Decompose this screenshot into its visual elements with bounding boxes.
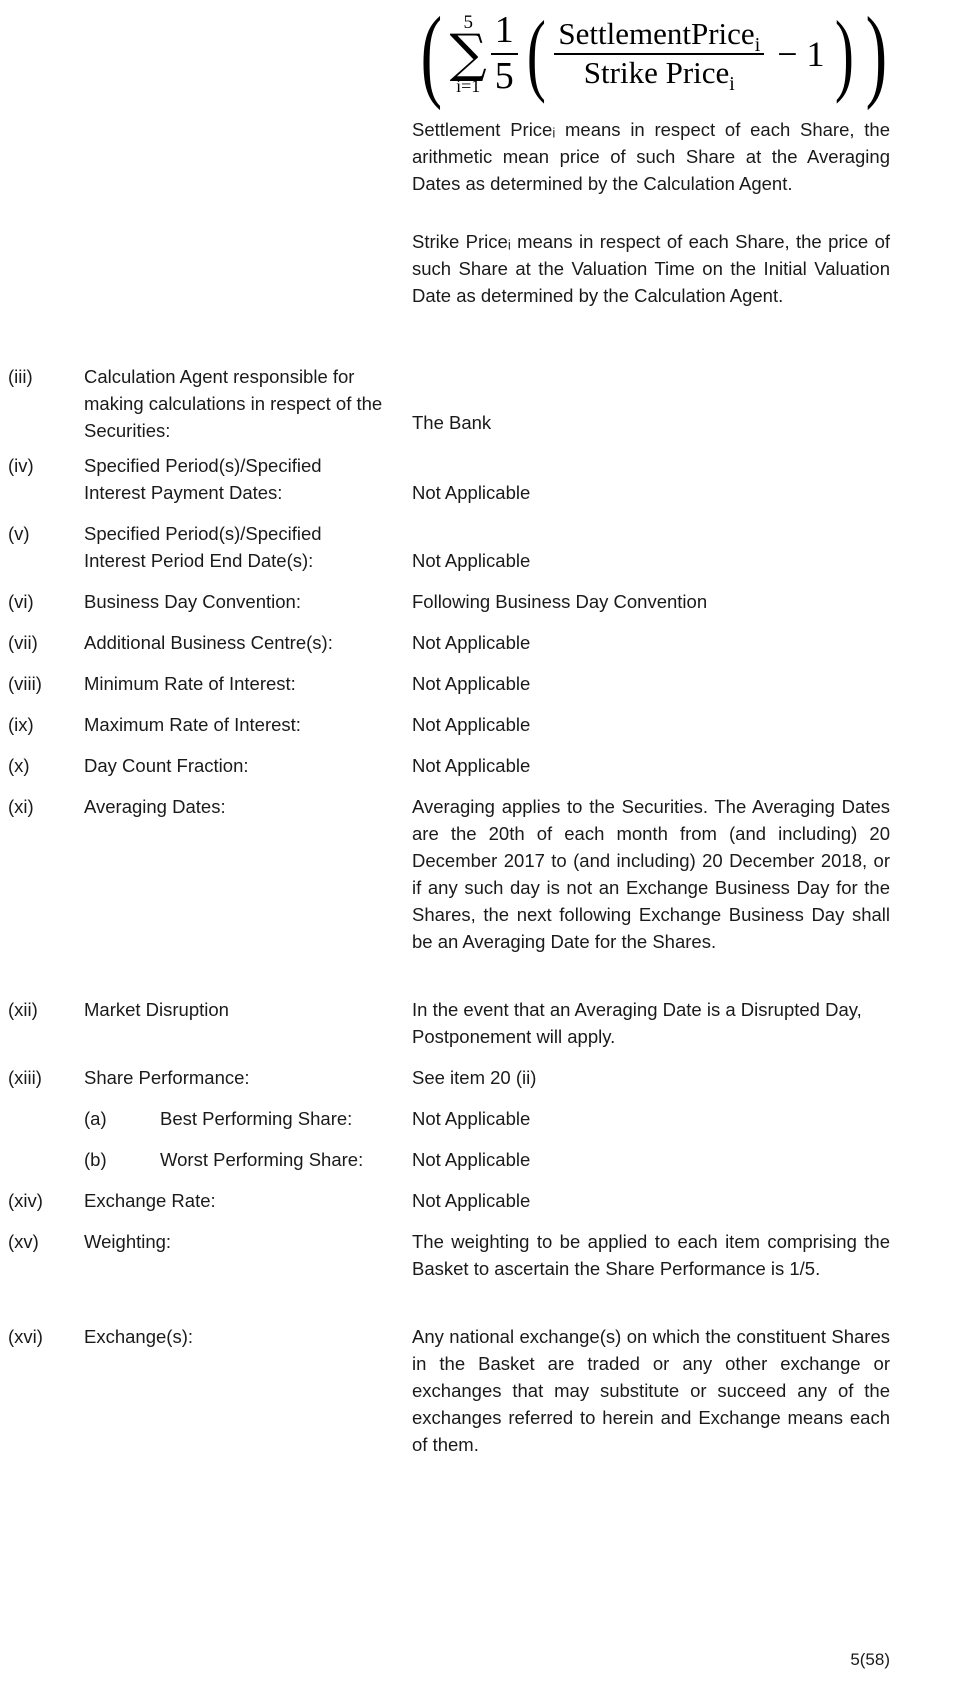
subitem-numeral-a: (a): [84, 1108, 107, 1129]
item-label-weighting: Weighting:: [84, 1231, 172, 1252]
item-numeral-ix: (ix): [8, 714, 34, 735]
item-value-exchange-rate: Not Applicable: [412, 1190, 531, 1211]
item-value-additional-business-centres: Not Applicable: [412, 632, 531, 653]
formula-outer-open-paren: (: [420, 0, 443, 112]
page-number-footer: 5(58): [850, 1650, 890, 1669]
item-numeral-xv: (xv): [8, 1231, 39, 1252]
item-value-day-count-fraction: Not Applicable: [412, 755, 531, 776]
item-numeral-xvi: (xvi): [8, 1326, 43, 1347]
coefficient-denominator: 5: [494, 55, 514, 97]
item-numeral-viii: (viii): [8, 673, 42, 694]
item-label-calculation-agent: Calculation Agent responsible for making…: [84, 366, 383, 441]
price-ratio-numerator: SettlementPricei: [554, 16, 764, 56]
coefficient-fraction: 1 5: [490, 9, 518, 97]
item-label-share-performance: Share Performance:: [84, 1067, 250, 1088]
item-label-maximum-rate-of-interest: Maximum Rate of Interest:: [84, 714, 301, 735]
sigma-icon: ∑: [449, 23, 487, 84]
item-value-business-day-convention: Following Business Day Convention: [412, 591, 708, 612]
formula-inner-open-paren: (: [526, 2, 546, 105]
formula-minus-one: − 1: [777, 34, 825, 74]
item-label-specified-interest-period-end-dates: Specified Period(s)/Specified Interest P…: [84, 523, 322, 571]
item-label-averaging-dates: Averaging Dates:: [84, 796, 226, 817]
item-label-business-day-convention: Business Day Convention:: [84, 591, 301, 612]
item-label-exchanges: Exchange(s):: [84, 1326, 193, 1347]
item-numeral-x: (x): [8, 755, 30, 776]
item-label-day-count-fraction: Day Count Fraction:: [84, 755, 249, 776]
item-value-maximum-rate-of-interest: Not Applicable: [412, 714, 531, 735]
strike-price-definition: Strike Priceᵢ means in respect of each S…: [412, 231, 890, 306]
item-numeral-xi: (xi): [8, 796, 34, 817]
summation-lower-limit: i=1: [456, 76, 481, 97]
item-value-calculation-agent: The Bank: [412, 412, 492, 433]
item-value-exchanges: Any national exchange(s) on which the co…: [412, 1326, 890, 1455]
item-numeral-xiii: (xiii): [8, 1067, 42, 1088]
item-label-additional-business-centres: Additional Business Centre(s):: [84, 632, 333, 653]
formula-inner-close-paren: ): [834, 2, 854, 105]
formula-outer-close-paren: ): [865, 0, 888, 112]
item-numeral-iv: (iv): [8, 455, 34, 476]
subitem-value-worst-performing-share: Not Applicable: [412, 1149, 531, 1170]
item-numeral-xii: (xii): [8, 999, 38, 1020]
price-ratio-denominator: Strike Pricei: [580, 55, 739, 94]
item-value-specified-interest-period-end-dates: Not Applicable: [412, 550, 531, 571]
price-ratio-fraction: SettlementPricei Strike Pricei: [554, 16, 765, 94]
summation-operator: 5 ∑ i=1: [450, 13, 487, 96]
formula-expression: ( 5 ∑ i=1 1 5 ( SettlementPricei Strike …: [410, 2, 890, 106]
item-label-specified-interest-payment-dates: Specified Period(s)/Specified Interest P…: [84, 455, 322, 503]
item-numeral-xiv: (xiv): [8, 1190, 43, 1211]
item-value-minimum-rate-of-interest: Not Applicable: [412, 673, 531, 694]
pricing-formula: ( 5 ∑ i=1 1 5 ( SettlementPricei Strike …: [410, 2, 890, 106]
item-numeral-vi: (vi): [8, 591, 34, 612]
document-page: ( 5 ∑ i=1 1 5 ( SettlementPricei Strike …: [0, 0, 960, 1699]
subitem-numeral-b: (b): [84, 1149, 107, 1170]
item-numeral-vii: (vii): [8, 632, 38, 653]
settlement-price-definition: Settlement Priceᵢ means in respect of ea…: [412, 119, 890, 194]
item-value-market-disruption: In the event that an Averaging Date is a…: [412, 999, 862, 1047]
subitem-value-best-performing-share: Not Applicable: [412, 1108, 531, 1129]
item-value-share-performance: See item 20 (ii): [412, 1067, 537, 1088]
price-ratio-numerator-text: SettlementPrice: [558, 16, 755, 52]
coefficient-numerator: 1: [494, 9, 514, 52]
price-ratio-denominator-subscript: i: [729, 73, 735, 96]
item-value-specified-interest-payment-dates: Not Applicable: [412, 482, 531, 503]
subitem-label-best-performing-share: Best Performing Share:: [160, 1108, 353, 1129]
subitem-label-worst-performing-share: Worst Performing Share:: [160, 1149, 364, 1170]
item-label-market-disruption: Market Disruption: [84, 999, 229, 1020]
item-numeral-v: (v): [8, 523, 30, 544]
item-label-exchange-rate: Exchange Rate:: [84, 1190, 216, 1211]
item-label-minimum-rate-of-interest: Minimum Rate of Interest:: [84, 673, 296, 694]
item-value-averaging-dates: Averaging applies to the Securities. The…: [412, 796, 890, 952]
item-value-weighting: The weighting to be applied to each item…: [412, 1231, 890, 1279]
item-numeral-iii: (iii): [8, 366, 33, 387]
price-ratio-denominator-text: Strike Price: [583, 55, 730, 90]
